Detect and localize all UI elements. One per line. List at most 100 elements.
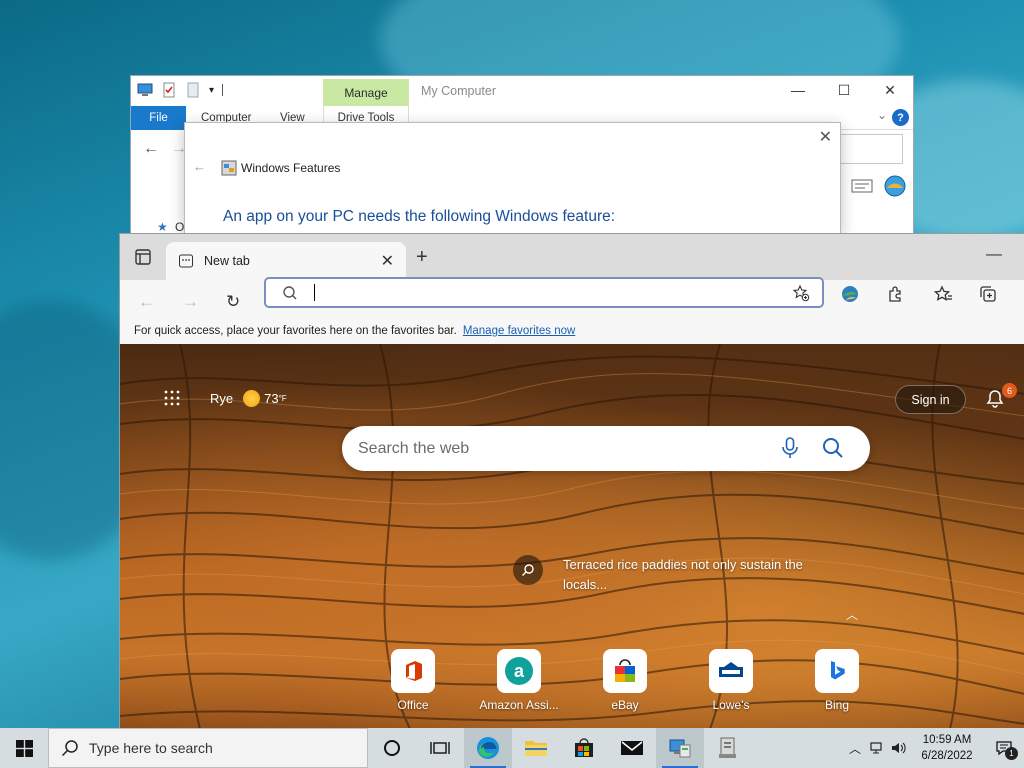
weather-location: Rye bbox=[210, 391, 234, 406]
quick-link-label: eBay bbox=[611, 698, 639, 712]
forward-arrow-icon[interactable]: → bbox=[182, 292, 199, 312]
manage-favorites-link[interactable]: Manage favorites now bbox=[463, 325, 576, 337]
windows-features-dialog: ✕ ← Windows Features An app on your PC n… bbox=[184, 122, 841, 234]
quick-link-label: Amazon Assi... bbox=[479, 698, 559, 712]
clock-date: 6/28/2022 bbox=[921, 750, 973, 762]
web-search-input[interactable] bbox=[358, 426, 738, 471]
quick-links: Office a Amazon Assi... eBay Lowe's Bing bbox=[360, 649, 890, 712]
minimize-icon[interactable]: — bbox=[775, 76, 821, 104]
window-controls: — ☐ ✕ bbox=[775, 76, 913, 104]
new-folder-icon[interactable] bbox=[185, 82, 201, 98]
taskbar: ︿ 10:59 AM 6/28/2022 1 bbox=[0, 728, 1024, 768]
folder-icon bbox=[525, 741, 547, 756]
minimize-icon[interactable]: — bbox=[986, 246, 1002, 264]
cortana-button[interactable] bbox=[368, 728, 416, 768]
start-button[interactable] bbox=[0, 728, 48, 768]
new-tab-button[interactable]: + bbox=[416, 246, 428, 269]
document-app-icon bbox=[719, 737, 736, 758]
maximize-icon[interactable]: ☐ bbox=[821, 76, 867, 104]
quick-access-star-icon: ★ bbox=[157, 220, 168, 234]
add-favorite-icon[interactable] bbox=[792, 284, 810, 302]
app-launcher-icon[interactable] bbox=[164, 390, 180, 406]
quick-link-bing[interactable]: Bing bbox=[784, 649, 890, 712]
taskbar-search-input[interactable] bbox=[89, 740, 349, 756]
quick-link-label: Bing bbox=[824, 698, 850, 712]
tab-file[interactable]: File bbox=[131, 106, 186, 130]
image-caption[interactable]: Terraced rice paddies not only sustain t… bbox=[513, 555, 833, 595]
microphone-icon[interactable] bbox=[780, 437, 800, 459]
back-arrow-icon[interactable]: ← bbox=[193, 159, 206, 174]
quick-access-toolbar: ▾ bbox=[137, 82, 224, 98]
extensions-icon[interactable] bbox=[886, 284, 906, 304]
edge-icon bbox=[477, 737, 499, 759]
web-search-box bbox=[342, 426, 870, 471]
sunny-icon bbox=[243, 390, 261, 407]
windows-features-icon bbox=[221, 160, 237, 176]
image-search-icon bbox=[513, 555, 543, 585]
clock[interactable]: 10:59 AM 6/28/2022 bbox=[910, 732, 984, 764]
taskbar-app[interactable] bbox=[704, 728, 752, 768]
collections-icon[interactable] bbox=[978, 284, 998, 304]
network-icon[interactable] bbox=[866, 728, 888, 768]
chevron-down-icon[interactable]: ⌄ bbox=[877, 108, 887, 122]
control-panel-icon bbox=[669, 739, 691, 758]
taskbar-store[interactable] bbox=[560, 728, 608, 768]
close-icon[interactable]: ✕ bbox=[819, 127, 832, 147]
back-arrow-icon[interactable]: ← bbox=[143, 140, 159, 158]
customize-qat-icon[interactable]: ▾ bbox=[209, 85, 214, 96]
taskbar-search-box bbox=[48, 728, 368, 768]
temperature-unit: °F bbox=[278, 394, 287, 403]
windows-logo-icon bbox=[15, 739, 33, 757]
quick-link-office[interactable]: Office bbox=[360, 649, 466, 712]
volume-icon[interactable] bbox=[888, 728, 910, 768]
details-view-icon[interactable] bbox=[851, 179, 873, 193]
properties-icon[interactable] bbox=[161, 82, 177, 98]
taskbar-edge[interactable] bbox=[464, 728, 512, 768]
notification-count-badge: 1 bbox=[1005, 747, 1018, 760]
tab-new-tab[interactable]: New tab ✕ bbox=[166, 242, 406, 280]
back-arrow-icon[interactable]: ← bbox=[138, 292, 155, 312]
explorer-title-bar: ▾ Manage My Computer — ☐ ✕ bbox=[131, 76, 913, 106]
show-hidden-icons-icon[interactable]: ︿ bbox=[844, 728, 866, 768]
dialog-title: Windows Features bbox=[241, 161, 341, 175]
nav-item-initial[interactable]: O bbox=[175, 220, 184, 234]
close-icon[interactable]: ✕ bbox=[867, 76, 913, 104]
notification-badge: 6 bbox=[1002, 383, 1017, 398]
taskbar-control-panel[interactable] bbox=[656, 728, 704, 768]
sign-in-button[interactable]: Sign in bbox=[895, 385, 966, 414]
search-icon bbox=[61, 740, 78, 757]
svg-text:a: a bbox=[514, 661, 525, 681]
explorer-search-box[interactable] bbox=[839, 134, 903, 164]
new-tab-page-icon bbox=[179, 254, 193, 268]
text-caret bbox=[314, 284, 315, 301]
quick-link-ebay[interactable]: eBay bbox=[572, 649, 678, 712]
quick-link-label: Office bbox=[397, 698, 429, 712]
taskbar-mail[interactable] bbox=[608, 728, 656, 768]
cortana-icon bbox=[384, 740, 400, 756]
help-icon[interactable]: ? bbox=[892, 109, 909, 126]
globe-icon[interactable] bbox=[883, 174, 907, 198]
tab-actions-icon[interactable] bbox=[134, 248, 152, 266]
clock-time: 10:59 AM bbox=[922, 734, 972, 746]
task-view-button[interactable] bbox=[416, 728, 464, 768]
action-center-button[interactable]: 1 bbox=[984, 728, 1024, 768]
taskbar-file-explorer[interactable] bbox=[512, 728, 560, 768]
close-tab-icon[interactable]: ✕ bbox=[381, 251, 394, 271]
chevron-up-icon[interactable]: ︿ bbox=[846, 606, 858, 623]
manage-contextual-tab[interactable]: Manage bbox=[323, 79, 409, 106]
extension-globe-icon[interactable] bbox=[840, 284, 860, 304]
dialog-heading: An app on your PC needs the following Wi… bbox=[223, 208, 616, 225]
quick-link-amazon[interactable]: a Amazon Assi... bbox=[466, 649, 572, 712]
search-icon[interactable] bbox=[822, 437, 844, 459]
lowes-icon bbox=[719, 662, 743, 677]
tab-title: New tab bbox=[204, 254, 250, 268]
edge-browser-window: New tab ✕ + — ← → ↻ For quick access, pl… bbox=[119, 233, 1024, 728]
favorites-icon[interactable] bbox=[933, 284, 953, 304]
refresh-icon[interactable]: ↻ bbox=[226, 292, 240, 312]
system-tray: ︿ 10:59 AM 6/28/2022 1 bbox=[844, 728, 1024, 768]
address-bar[interactable] bbox=[264, 277, 824, 308]
office-icon bbox=[406, 661, 422, 681]
tab-strip: New tab ✕ + — bbox=[120, 234, 1024, 280]
quick-link-lowes[interactable]: Lowe's bbox=[678, 649, 784, 712]
weather-widget[interactable]: Rye 73 °F bbox=[210, 390, 287, 407]
